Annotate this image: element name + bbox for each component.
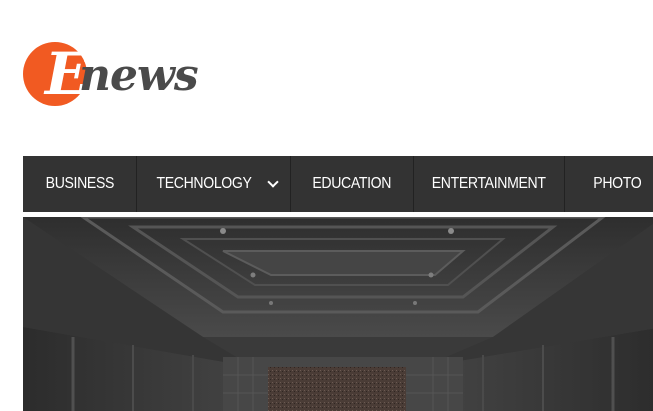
corridor-photo-icon: [23, 217, 653, 411]
nav-item-label: TECHNOLOGY: [156, 175, 253, 192]
nav-item-technology[interactable]: TECHNOLOGY: [137, 156, 291, 212]
nav-item-label: BUSINESS: [45, 175, 114, 192]
nav-item-label: EDUCATION: [312, 175, 392, 192]
nav-item-education[interactable]: EDUCATION: [291, 156, 414, 212]
nav-item-entertainment[interactable]: ENTERTAINMENT: [414, 156, 565, 212]
main-navigation: BUSINESS TECHNOLOGY EDUCATION ENTERTAINM…: [23, 156, 653, 212]
chevron-down-icon: [266, 176, 279, 188]
nav-item-label: ENTERTAINMENT: [432, 175, 546, 192]
logo-wordmark: news: [79, 50, 199, 101]
hero-image[interactable]: [23, 217, 653, 411]
nav-item-label: PHOTO: [593, 175, 642, 192]
nav-item-photo[interactable]: PHOTO: [565, 156, 653, 212]
page: E news BUSINESS TECHNOLOGY EDUCATION ENT…: [0, 0, 653, 411]
nav-item-business[interactable]: BUSINESS: [23, 156, 137, 212]
site-logo[interactable]: E news: [23, 40, 203, 110]
